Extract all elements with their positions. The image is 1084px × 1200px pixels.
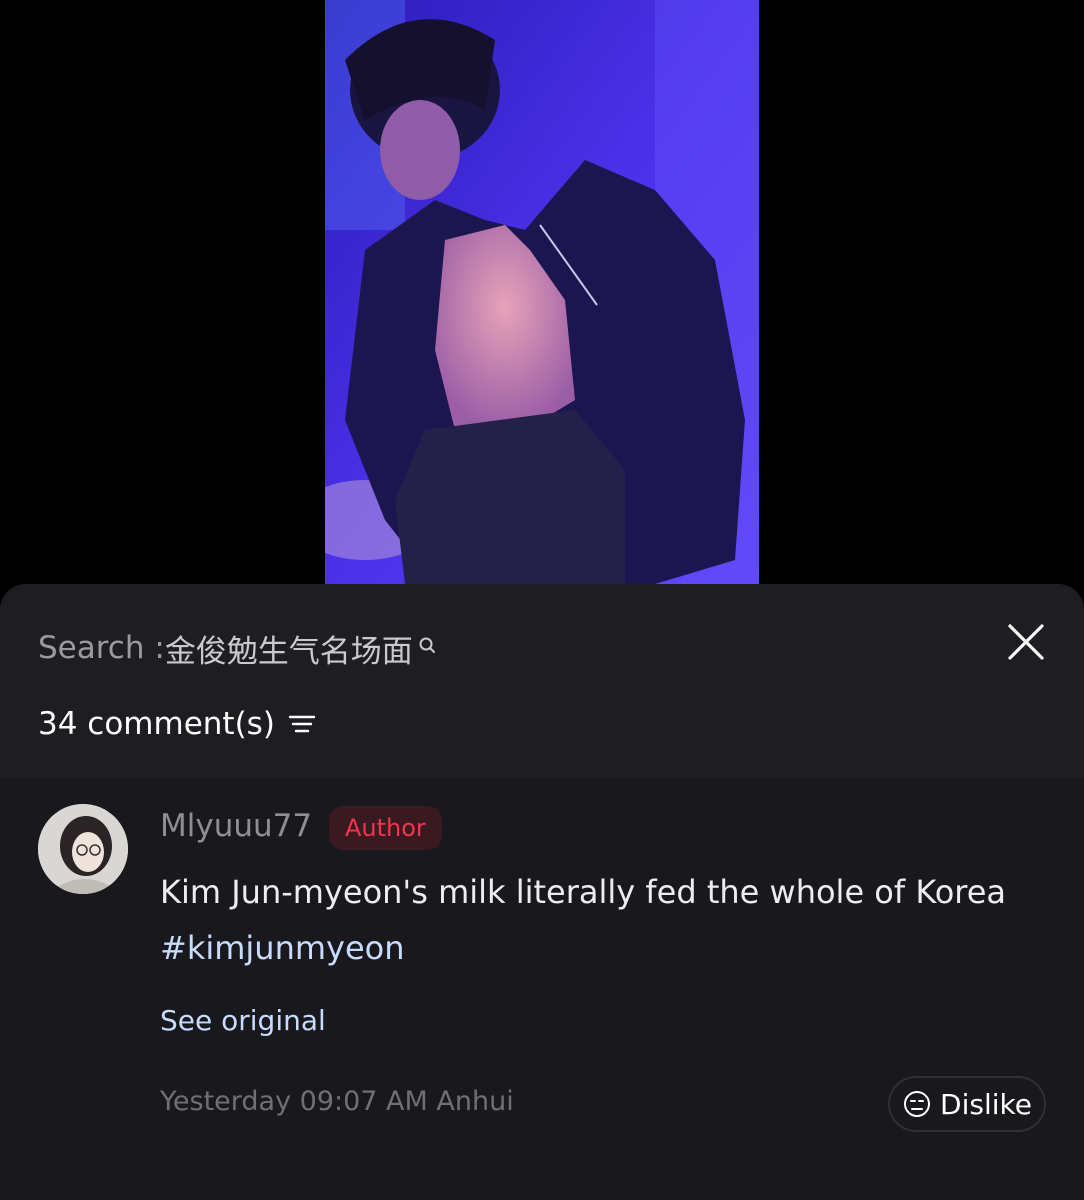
comment-sheet: Search : 金俊勉生气名场面 34 comment(s) Mlyuuu77… bbox=[0, 584, 1084, 1200]
close-button[interactable] bbox=[1004, 620, 1048, 664]
video-thumbnail bbox=[325, 0, 759, 584]
search-suggestion[interactable]: Search : 金俊勉生气名场面 bbox=[38, 626, 439, 670]
video-area[interactable] bbox=[0, 0, 1084, 584]
search-query[interactable]: 金俊勉生气名场面 bbox=[165, 626, 413, 671]
video-frame[interactable] bbox=[325, 0, 759, 584]
comment-body: Kim Jun-myeon's milk literally fed the w… bbox=[160, 873, 1007, 911]
avatar[interactable] bbox=[38, 804, 128, 894]
author-badge: Author bbox=[329, 806, 442, 850]
search-label: Search : bbox=[38, 630, 165, 666]
dislike-button[interactable]: Dislike bbox=[888, 1076, 1046, 1132]
comment-sheet-header: Search : 金俊勉生气名场面 34 comment(s) bbox=[0, 584, 1084, 778]
comment-hashtag[interactable]: #kimjunmyeon bbox=[160, 920, 1060, 976]
comment-username[interactable]: Mlyuuu77 bbox=[160, 808, 312, 844]
search-icon bbox=[417, 629, 439, 653]
dislike-label: Dislike bbox=[940, 1087, 1032, 1121]
comment-list: Mlyuuu77 Author Kim Jun-myeon's milk lit… bbox=[0, 778, 1084, 1200]
comment-count-row: 34 comment(s) bbox=[38, 702, 317, 746]
see-original-link[interactable]: See original bbox=[160, 1004, 326, 1037]
sort-icon bbox=[288, 715, 316, 733]
close-icon bbox=[1008, 624, 1044, 660]
comment-text: Kim Jun-myeon's milk literally fed the w… bbox=[160, 864, 1060, 976]
comment-count: 34 comment(s) bbox=[38, 706, 275, 742]
dislike-face-icon bbox=[902, 1089, 932, 1119]
sort-button[interactable] bbox=[287, 709, 317, 739]
comment-timestamp: Yesterday 09:07 AM Anhui bbox=[160, 1086, 514, 1117]
